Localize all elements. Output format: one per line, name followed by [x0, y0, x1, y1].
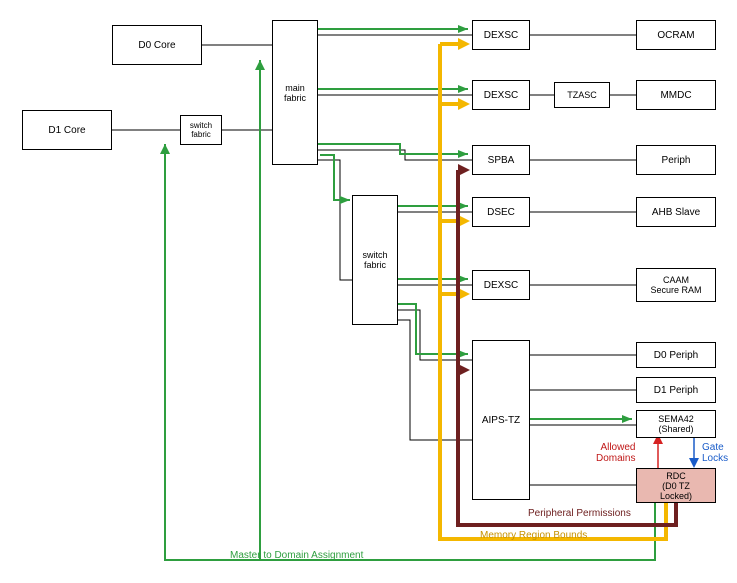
ahb-slave-label: AHB Slave [652, 207, 700, 218]
main-fabric-block: main fabric [272, 20, 318, 165]
switch-fabric-1-block: switch fabric [180, 115, 222, 145]
dexsc-3-block: DEXSC [472, 270, 530, 300]
caam-block: CAAM Secure RAM [636, 268, 716, 302]
dexsc-2-block: DEXSC [472, 80, 530, 110]
memory-region-bounds-label: Memory Region Bounds [480, 530, 587, 541]
dsec-block: DSEC [472, 197, 530, 227]
d1-periph-label: D1 Periph [654, 385, 698, 396]
dexsc-3-label: DEXSC [484, 280, 518, 291]
d0-periph-label: D0 Periph [654, 350, 698, 361]
spba-block: SPBA [472, 145, 530, 175]
rdc-label: RDC (D0 TZ Locked) [660, 471, 692, 501]
dexsc-1-block: DEXSC [472, 20, 530, 50]
main-fabric-label: main fabric [284, 83, 306, 103]
d1-core-block: D1 Core [22, 110, 112, 150]
d0-core-block: D0 Core [112, 25, 202, 65]
periph-label: Periph [662, 155, 691, 166]
gate-locks-label: Gate Locks [702, 442, 728, 464]
dexsc-1-label: DEXSC [484, 30, 518, 41]
caam-label: CAAM Secure RAM [650, 275, 701, 295]
aips-tz-label: AIPS-TZ [482, 415, 520, 426]
sema42-block: SEMA42 (Shared) [636, 410, 716, 438]
d1-core-label: D1 Core [48, 125, 85, 136]
peripheral-permissions-label: Peripheral Permissions [528, 508, 631, 519]
switch-fabric-2-label: switch fabric [362, 250, 387, 270]
dexsc-2-label: DEXSC [484, 90, 518, 101]
d1-periph-block: D1 Periph [636, 377, 716, 403]
ocram-block: OCRAM [636, 20, 716, 50]
d0-periph-block: D0 Periph [636, 342, 716, 368]
d0-core-label: D0 Core [138, 40, 175, 51]
spba-label: SPBA [488, 155, 515, 166]
tzasc-block: TZASC [554, 82, 610, 108]
switch-fabric-2-block: switch fabric [352, 195, 398, 325]
mmdc-label: MMDC [660, 90, 691, 101]
periph-block: Periph [636, 145, 716, 175]
ocram-label: OCRAM [657, 30, 694, 41]
aips-tz-block: AIPS-TZ [472, 340, 530, 500]
dsec-label: DSEC [487, 207, 515, 218]
tzasc-label: TZASC [567, 90, 597, 100]
rdc-block: RDC (D0 TZ Locked) [636, 468, 716, 503]
mmdc-block: MMDC [636, 80, 716, 110]
master-to-domain-label: Master to Domain Assignment [230, 550, 363, 561]
sema42-label: SEMA42 (Shared) [658, 414, 694, 434]
allowed-domains-label: Allowed Domains [596, 442, 635, 464]
switch-fabric-1-label: switch fabric [190, 121, 212, 139]
ahb-slave-block: AHB Slave [636, 197, 716, 227]
